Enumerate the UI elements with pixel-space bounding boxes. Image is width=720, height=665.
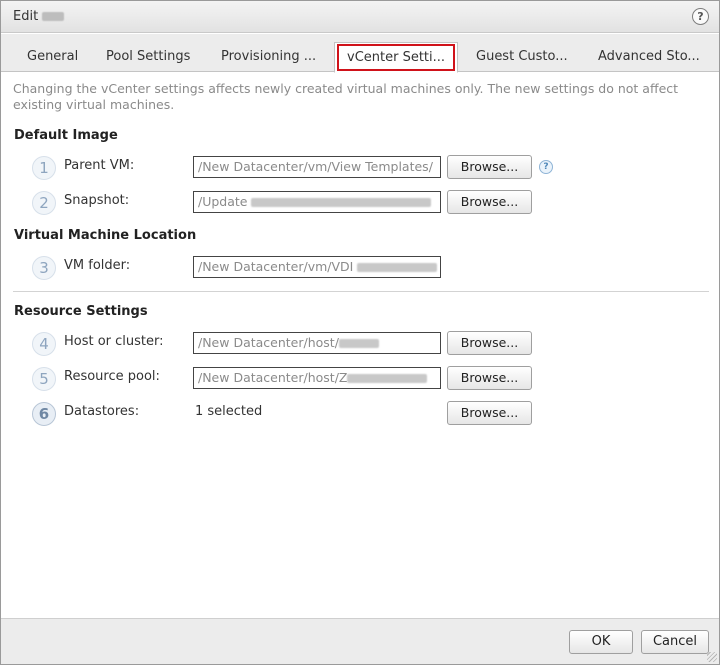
resource-pool-field[interactable]: /New Datacenter/host/Z bbox=[193, 367, 441, 389]
dialog-footer: OK Cancel bbox=[1, 618, 719, 664]
step-number-5: 5 bbox=[32, 367, 56, 391]
host-cluster-label: Host or cluster: bbox=[64, 334, 164, 349]
settings-description: Changing the vCenter settings affects ne… bbox=[13, 81, 679, 112]
edit-dialog: Edit ? General Pool Settings Provisionin… bbox=[0, 0, 720, 665]
vm-folder-field[interactable]: /New Datacenter/vm/VDI bbox=[193, 256, 441, 278]
snapshot-value: /Update bbox=[198, 194, 248, 209]
tab-pool-settings[interactable]: Pool Settings bbox=[106, 44, 190, 72]
tab-guest-customization[interactable]: Guest Custo... bbox=[476, 44, 568, 72]
section-resource-settings: Resource Settings bbox=[14, 304, 148, 319]
datastores-browse-button[interactable]: Browse... bbox=[447, 401, 532, 425]
redacted-pool-name bbox=[42, 12, 65, 21]
snapshot-field[interactable]: /Update bbox=[193, 191, 441, 213]
datastores-value: 1 selected bbox=[195, 404, 263, 419]
tab-general[interactable]: General bbox=[27, 44, 78, 72]
step-number-2: 2 bbox=[32, 191, 56, 215]
parent-vm-field[interactable]: /New Datacenter/vm/View Templates/ bbox=[193, 156, 441, 178]
snapshot-browse-button[interactable]: Browse... bbox=[447, 190, 532, 214]
resize-grip-icon[interactable] bbox=[707, 652, 717, 662]
cancel-button[interactable]: Cancel bbox=[641, 630, 709, 654]
tab-advanced-storage[interactable]: Advanced Sto... bbox=[598, 44, 700, 72]
tab-vcenter-settings-label: vCenter Setti... bbox=[337, 44, 456, 71]
host-cluster-value: /New Datacenter/host/ bbox=[198, 335, 339, 350]
parent-vm-help-icon[interactable]: ? bbox=[539, 160, 553, 174]
tab-bar: General Pool Settings Provisioning ... v… bbox=[1, 34, 719, 73]
redacted-resource-pool bbox=[347, 374, 428, 383]
host-cluster-browse-button[interactable]: Browse... bbox=[447, 331, 532, 355]
section-divider bbox=[13, 291, 709, 292]
dialog-title: Edit bbox=[13, 9, 65, 24]
redacted-snapshot-name bbox=[251, 198, 432, 207]
section-default-image: Default Image bbox=[14, 128, 118, 143]
help-icon[interactable]: ? bbox=[692, 8, 709, 25]
parent-vm-label: Parent VM: bbox=[64, 158, 135, 173]
resource-pool-label: Resource pool: bbox=[64, 369, 160, 384]
section-vm-location: Virtual Machine Location bbox=[14, 228, 197, 243]
tab-provisioning[interactable]: Provisioning ... bbox=[221, 44, 316, 72]
vm-folder-value: /New Datacenter/vm/VDI bbox=[198, 259, 354, 274]
step-number-3: 3 bbox=[32, 256, 56, 280]
host-cluster-field[interactable]: /New Datacenter/host/ bbox=[193, 332, 441, 354]
datastores-label: Datastores: bbox=[64, 404, 140, 419]
title-bar[interactable]: Edit ? bbox=[1, 1, 719, 33]
step-number-6: 6 bbox=[32, 402, 56, 426]
step-number-4: 4 bbox=[32, 332, 56, 356]
parent-vm-browse-button[interactable]: Browse... bbox=[447, 155, 532, 179]
redacted-host-name bbox=[338, 339, 379, 348]
ok-button[interactable]: OK bbox=[569, 630, 633, 654]
snapshot-label: Snapshot: bbox=[64, 193, 130, 208]
tab-vcenter-settings[interactable]: vCenter Setti... bbox=[334, 42, 459, 73]
resource-pool-value: /New Datacenter/host/Z bbox=[198, 370, 348, 385]
step-number-1: 1 bbox=[32, 156, 56, 180]
redacted-folder-name bbox=[357, 263, 438, 272]
vm-folder-label: VM folder: bbox=[64, 258, 131, 273]
dialog-title-text: Edit bbox=[13, 9, 39, 24]
parent-vm-value: /New Datacenter/vm/View Templates/ bbox=[198, 159, 433, 174]
resource-pool-browse-button[interactable]: Browse... bbox=[447, 366, 532, 390]
